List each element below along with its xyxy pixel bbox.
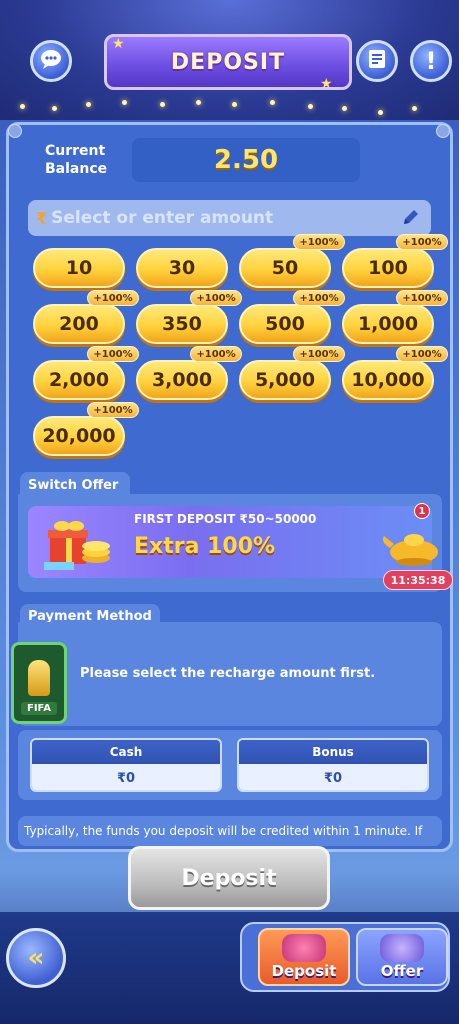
bonus-tag: +100%: [396, 290, 448, 306]
bonus-tag: +100%: [396, 234, 448, 250]
info-button[interactable]: !: [410, 40, 452, 82]
star-icon: ★: [320, 76, 333, 92]
coins-icon: [282, 934, 326, 962]
notification-badge: 1: [414, 503, 430, 519]
offer-title: FIRST DEPOSIT ₹50~50000: [134, 512, 317, 526]
bonus-tag: +100%: [87, 346, 139, 362]
bonus-tag: +100%: [87, 290, 139, 306]
amount-chip[interactable]: 350: [136, 304, 228, 344]
fifa-payment-option[interactable]: FIFA: [11, 642, 67, 724]
amount-input[interactable]: [51, 208, 392, 228]
amount-chip[interactable]: 500: [239, 304, 331, 344]
gift-icon: [40, 512, 120, 574]
bonus-tag: +100%: [190, 290, 242, 306]
star-icon: ★: [112, 36, 125, 52]
payment-method-message: Please select the recharge amount first.: [80, 666, 376, 681]
balance-value: 2.50: [132, 138, 360, 182]
amount-chip[interactable]: 2,000: [33, 360, 125, 400]
fifa-logo-text: FIFA: [21, 702, 57, 715]
bolt-icon: [8, 124, 22, 138]
amount-chip[interactable]: 200: [33, 304, 125, 344]
rupee-icon: ₹: [36, 208, 48, 228]
amount-chip[interactable]: 30: [136, 248, 228, 288]
back-button[interactable]: «: [6, 928, 66, 988]
bonus-label: Bonus: [239, 740, 427, 764]
bonus-tag: +100%: [293, 290, 345, 306]
bonus-tag: +100%: [293, 346, 345, 362]
support-button[interactable]: [30, 40, 72, 82]
deposit-button[interactable]: Deposit: [128, 846, 330, 910]
records-icon: [366, 48, 388, 75]
back-arrow-icon: «: [27, 943, 45, 973]
cash-box: Cash ₹0: [30, 738, 222, 792]
amount-chip[interactable]: 100: [342, 248, 434, 288]
bonus-tag: +100%: [190, 346, 242, 362]
offer-timer: 11:35:38: [383, 570, 453, 590]
tab-deposit-label: Deposit: [271, 962, 337, 980]
page-title-banner: DEPOSIT: [104, 34, 352, 90]
tab-offer[interactable]: Offer: [356, 928, 448, 986]
info-icon: !: [425, 47, 437, 75]
pencil-icon[interactable]: [401, 207, 423, 229]
trophy-icon: [28, 660, 50, 696]
balance-label: Current Balance: [45, 143, 108, 177]
records-button[interactable]: [356, 40, 398, 82]
cash-label: Cash: [32, 740, 220, 764]
tab-deposit[interactable]: Deposit: [258, 928, 350, 986]
party-popper-icon: [380, 934, 424, 962]
page-title: DEPOSIT: [170, 49, 286, 75]
amount-chip[interactable]: 5,000: [239, 360, 331, 400]
offer-extra: Extra 100%: [134, 534, 276, 559]
amount-chip[interactable]: 10: [33, 248, 125, 288]
amount-chip[interactable]: 20,000: [33, 416, 125, 456]
tab-offer-label: Offer: [380, 962, 424, 980]
amount-chip[interactable]: 3,000: [136, 360, 228, 400]
bonus-tag: +100%: [87, 402, 139, 418]
amount-chip[interactable]: 10,000: [342, 360, 434, 400]
string-lights: [0, 96, 459, 116]
bonus-value: ₹0: [239, 764, 427, 790]
bonus-tag: +100%: [396, 346, 448, 362]
amount-field[interactable]: ₹: [28, 200, 431, 236]
bonus-box: Bonus ₹0: [237, 738, 429, 792]
genie-lamp-icon: [380, 522, 450, 568]
bolt-icon: [436, 124, 450, 138]
cash-value: ₹0: [32, 764, 220, 790]
support-icon: [39, 48, 63, 75]
deposit-note: Typically, the funds you deposit will be…: [18, 816, 442, 846]
bonus-tag: +100%: [293, 234, 345, 250]
amount-chip[interactable]: 50: [239, 248, 331, 288]
amount-chip[interactable]: 1,000: [342, 304, 434, 344]
